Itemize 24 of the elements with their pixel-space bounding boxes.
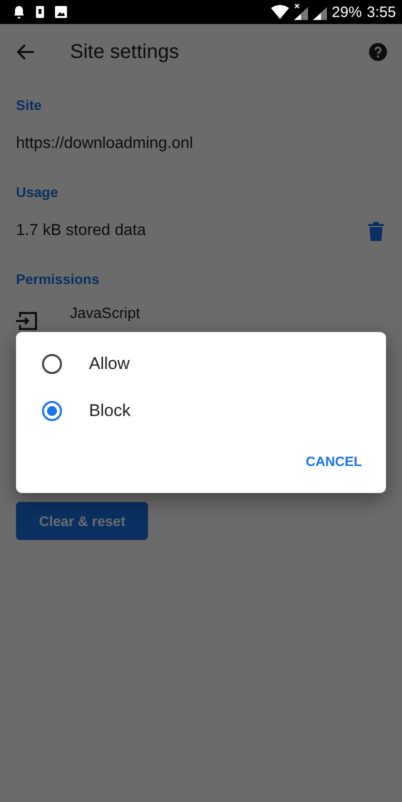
help-button[interactable]: [369, 43, 387, 61]
image-icon: [54, 5, 68, 19]
signal-icon: [312, 4, 327, 20]
code-icon: [16, 311, 38, 331]
radio-button[interactable]: [42, 400, 62, 420]
cancel-button[interactable]: CANCEL: [306, 450, 362, 473]
section-header: Permissions: [16, 270, 100, 289]
delete-button[interactable]: [368, 222, 384, 240]
signal-icon: [294, 4, 308, 20]
battery-percent: 29%: [332, 4, 362, 20]
page-title: Site settings: [70, 40, 180, 64]
bell-icon: [12, 5, 26, 19]
stored-data-text: 1.7 kB stored data: [16, 222, 146, 240]
section-header: Usage: [16, 183, 60, 202]
radio-button[interactable]: [42, 354, 62, 374]
site-url: https://downloadming.onl: [16, 135, 193, 153]
back-button[interactable]: [16, 42, 36, 62]
permission-name: JavaScript: [70, 305, 140, 322]
phone-icon: [35, 5, 45, 19]
section-header: Site: [16, 96, 43, 115]
option-label[interactable]: Allow: [89, 354, 130, 374]
clock: 3:55: [366, 4, 396, 20]
option-label[interactable]: Block: [89, 400, 131, 420]
wifi-icon: [270, 5, 289, 19]
